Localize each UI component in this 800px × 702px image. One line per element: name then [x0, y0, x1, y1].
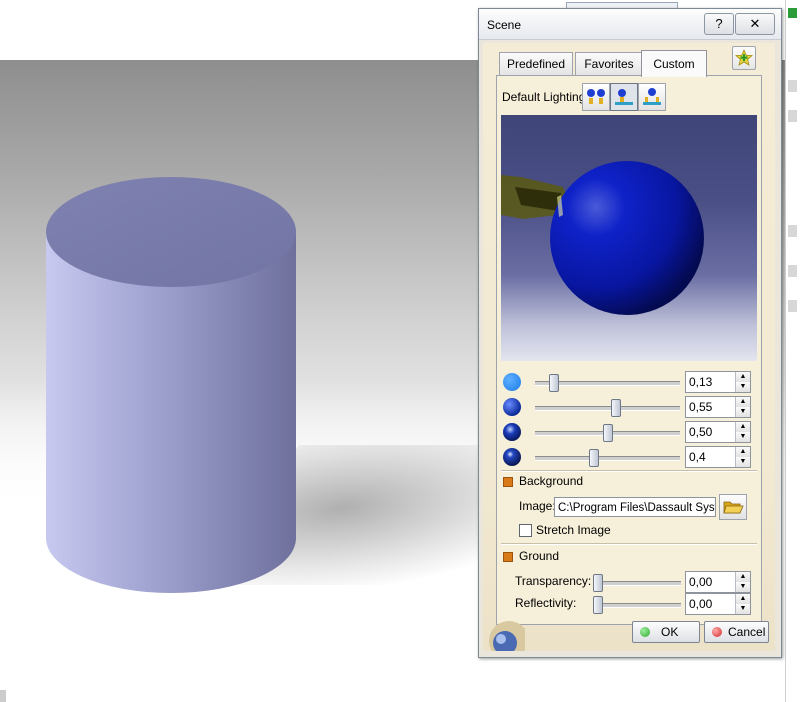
- toolbar-mark-icon[interactable]: [788, 225, 797, 237]
- shininess-slider-track[interactable]: [535, 456, 680, 461]
- cylinder-model[interactable]: [40, 176, 302, 596]
- shininess-sphere-icon: [503, 448, 521, 466]
- tab-predefined[interactable]: Predefined: [499, 52, 573, 75]
- ok-button[interactable]: OK: [632, 621, 700, 643]
- separator: [501, 470, 757, 472]
- reflectivity-slider-track[interactable]: [593, 603, 681, 608]
- diffuse-spinbox[interactable]: 0,55 ▲ ▼: [685, 396, 751, 418]
- viewport-edge: [0, 690, 6, 702]
- help-icon: ?: [715, 16, 723, 31]
- ambient-value[interactable]: 0,13: [689, 375, 712, 389]
- transparency-slider-track[interactable]: [593, 581, 681, 586]
- preview-sphere: [550, 161, 704, 315]
- diffuse-value[interactable]: 0,55: [689, 400, 712, 414]
- collapse-square-icon[interactable]: [503, 476, 513, 487]
- ambient-spinbox[interactable]: 0,13 ▲ ▼: [685, 371, 751, 393]
- ground-heading: Ground: [519, 549, 560, 563]
- corner-globe-icon: [489, 621, 525, 651]
- diffuse-slider-track[interactable]: [535, 406, 680, 411]
- reflectivity-value[interactable]: 0,00: [689, 597, 712, 611]
- close-icon: ✕: [749, 16, 761, 31]
- transparency-slider-thumb[interactable]: [593, 574, 603, 592]
- shininess-slider-thumb[interactable]: [589, 449, 599, 467]
- help-button[interactable]: ?: [704, 13, 734, 35]
- lighting-preset-1-button[interactable]: [582, 83, 610, 111]
- spin-down-icon[interactable]: ▼: [736, 457, 750, 467]
- dialog-title: Scene: [487, 18, 522, 32]
- specular-slider-row: 0,50 ▲ ▼: [501, 421, 757, 443]
- browse-folder-button[interactable]: [719, 494, 747, 520]
- close-button[interactable]: ✕: [735, 13, 775, 35]
- spin-down-icon[interactable]: ▼: [736, 604, 750, 614]
- dialog-body: Predefined Favorites Custom Default Ligh…: [483, 43, 775, 651]
- stretch-image-checkbox[interactable]: [519, 524, 532, 537]
- tab-favorites[interactable]: Favorites: [575, 52, 643, 75]
- toolbar-mark-icon[interactable]: [788, 110, 797, 122]
- shininess-value[interactable]: 0,4: [689, 450, 706, 464]
- reflectivity-label: Reflectivity:: [515, 596, 577, 610]
- custom-tab-panel: Default Lighting: 0,13 ▲ ▼ 0,55 ▲ ▼ 0,50…: [496, 75, 762, 625]
- ok-green-dot-icon: [640, 627, 650, 637]
- folder-open-icon: [723, 501, 744, 514]
- spin-down-icon[interactable]: ▼: [736, 432, 750, 442]
- single-light-icon: [615, 89, 633, 105]
- background-heading: Background: [519, 474, 584, 488]
- transparency-value[interactable]: 0,00: [689, 575, 712, 589]
- toolbar-mark-icon[interactable]: [788, 80, 797, 92]
- separator: [501, 543, 757, 545]
- multi-light-icon: [643, 88, 661, 105]
- toolbar-mark-icon[interactable]: [788, 265, 797, 277]
- lighting-preset-2-button[interactable]: [610, 83, 638, 111]
- stretch-image-label[interactable]: Stretch Image: [536, 523, 611, 537]
- lighting-preview[interactable]: [501, 115, 757, 361]
- image-label: Image:: [519, 499, 556, 513]
- toolbar-mark-icon[interactable]: [788, 300, 797, 312]
- ambient-slider-thumb[interactable]: [549, 374, 559, 392]
- reflectivity-slider-thumb[interactable]: [593, 596, 603, 614]
- ambient-sphere-icon: [503, 373, 521, 391]
- lighting-preset-3-button[interactable]: [638, 83, 666, 111]
- tab-custom[interactable]: Custom: [641, 50, 707, 77]
- default-lighting-label: Default Lighting:: [502, 90, 589, 104]
- reflectivity-row: Reflectivity: 0,00 ▲ ▼: [501, 593, 757, 615]
- two-lights-icon: [587, 89, 605, 104]
- background-section-header[interactable]: Background: [503, 474, 583, 488]
- diffuse-slider-row: 0,55 ▲ ▼: [501, 396, 757, 418]
- scene-dialog: Scene ? ✕ Predefined Favorites Custom De…: [478, 8, 782, 658]
- dialog-titlebar[interactable]: Scene ? ✕: [479, 9, 781, 40]
- right-toolbar-strip: [785, 0, 800, 702]
- specular-slider-thumb[interactable]: [603, 424, 613, 442]
- cancel-label: Cancel: [728, 625, 766, 639]
- ground-section-header[interactable]: Ground: [503, 549, 559, 563]
- spin-down-icon[interactable]: ▼: [736, 582, 750, 592]
- specular-spinbox[interactable]: 0,50 ▲ ▼: [685, 421, 751, 443]
- diffuse-slider-thumb[interactable]: [611, 399, 621, 417]
- spin-down-icon[interactable]: ▼: [736, 382, 750, 392]
- reflectivity-spinbox[interactable]: 0,00 ▲ ▼: [685, 593, 751, 615]
- transparency-spinbox[interactable]: 0,00 ▲ ▼: [685, 571, 751, 593]
- spin-down-icon[interactable]: ▼: [736, 407, 750, 417]
- specular-sphere-icon: [503, 423, 521, 441]
- toolbar-green-icon[interactable]: [788, 8, 797, 18]
- shininess-slider-row: 0,4 ▲ ▼: [501, 446, 757, 468]
- diffuse-sphere-icon: [503, 398, 521, 416]
- cancel-red-dot-icon: [712, 627, 722, 637]
- add-favorite-button[interactable]: [732, 46, 756, 70]
- ambient-slider-row: 0,13 ▲ ▼: [501, 371, 757, 393]
- transparency-row: Transparency: 0,00 ▲ ▼: [501, 571, 757, 593]
- cancel-button[interactable]: Cancel: [704, 621, 769, 643]
- shininess-spinbox[interactable]: 0,4 ▲ ▼: [685, 446, 751, 468]
- collapse-square-icon[interactable]: [503, 551, 513, 562]
- image-path-input[interactable]: C:\Program Files\Dassault Systemes: [554, 497, 716, 517]
- add-star-icon: [734, 48, 754, 66]
- ok-label: OK: [661, 625, 679, 639]
- specular-value[interactable]: 0,50: [689, 425, 712, 439]
- transparency-label: Transparency:: [515, 574, 592, 588]
